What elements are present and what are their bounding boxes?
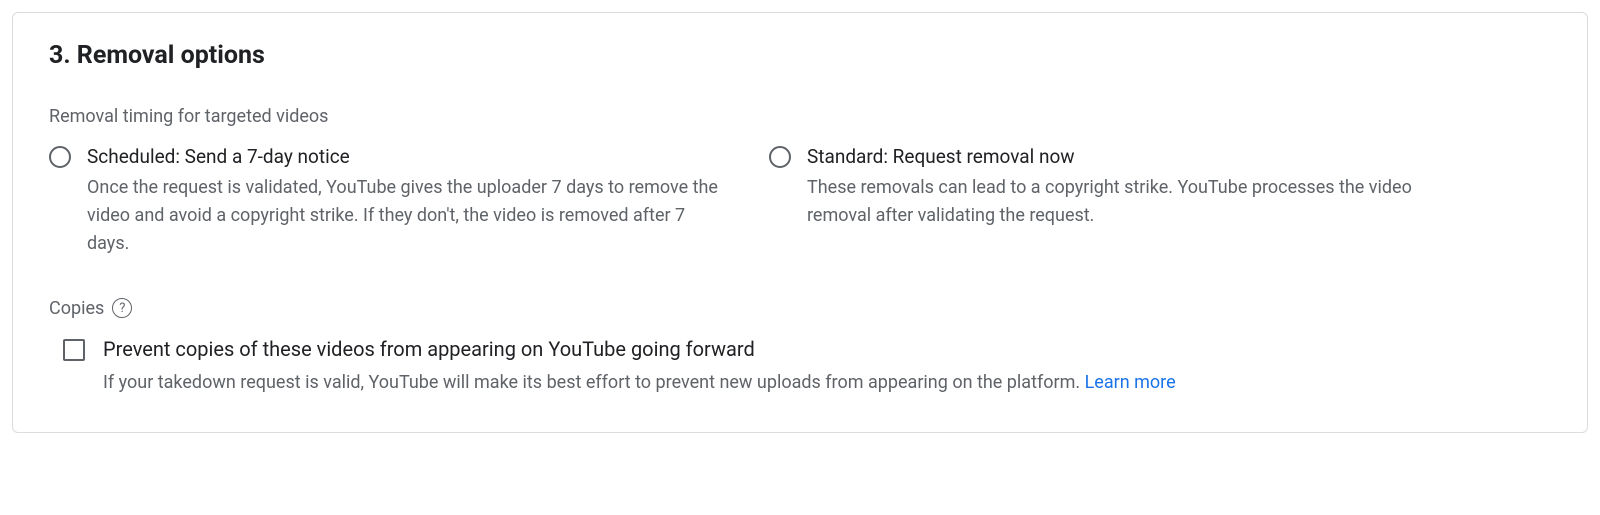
option-standard-desc: These removals can lead to a copyright s…	[807, 174, 1449, 230]
learn-more-link[interactable]: Learn more	[1085, 372, 1176, 393]
option-standard[interactable]: Standard: Request removal now These remo…	[769, 145, 1449, 258]
removal-options-panel: 3. Removal options Removal timing for ta…	[12, 12, 1588, 433]
timing-label: Removal timing for targeted videos	[49, 106, 1551, 127]
copies-label-row: Copies ?	[49, 298, 1551, 319]
radio-icon	[769, 146, 791, 168]
option-scheduled-title: Scheduled: Send a 7-day notice	[87, 145, 729, 168]
option-scheduled-text: Scheduled: Send a 7-day notice Once the …	[87, 145, 729, 258]
option-standard-title: Standard: Request removal now	[807, 145, 1449, 168]
section-heading: 3. Removal options	[49, 41, 1551, 70]
radio-icon	[49, 146, 71, 168]
option-scheduled[interactable]: Scheduled: Send a 7-day notice Once the …	[49, 145, 729, 258]
removal-timing-options: Scheduled: Send a 7-day notice Once the …	[49, 145, 1551, 258]
option-scheduled-desc: Once the request is validated, YouTube g…	[87, 174, 729, 258]
prevent-copies-desc-text: If your takedown request is valid, YouTu…	[103, 372, 1085, 393]
prevent-copies-text: Prevent copies of these videos from appe…	[103, 337, 1176, 396]
prevent-copies-row: Prevent copies of these videos from appe…	[63, 337, 1551, 396]
option-standard-text: Standard: Request removal now These remo…	[807, 145, 1449, 230]
help-icon[interactable]: ?	[112, 298, 132, 318]
copies-label: Copies	[49, 298, 104, 319]
prevent-copies-desc: If your takedown request is valid, YouTu…	[103, 369, 1176, 396]
prevent-copies-title: Prevent copies of these videos from appe…	[103, 337, 1176, 361]
prevent-copies-checkbox[interactable]	[63, 339, 85, 361]
